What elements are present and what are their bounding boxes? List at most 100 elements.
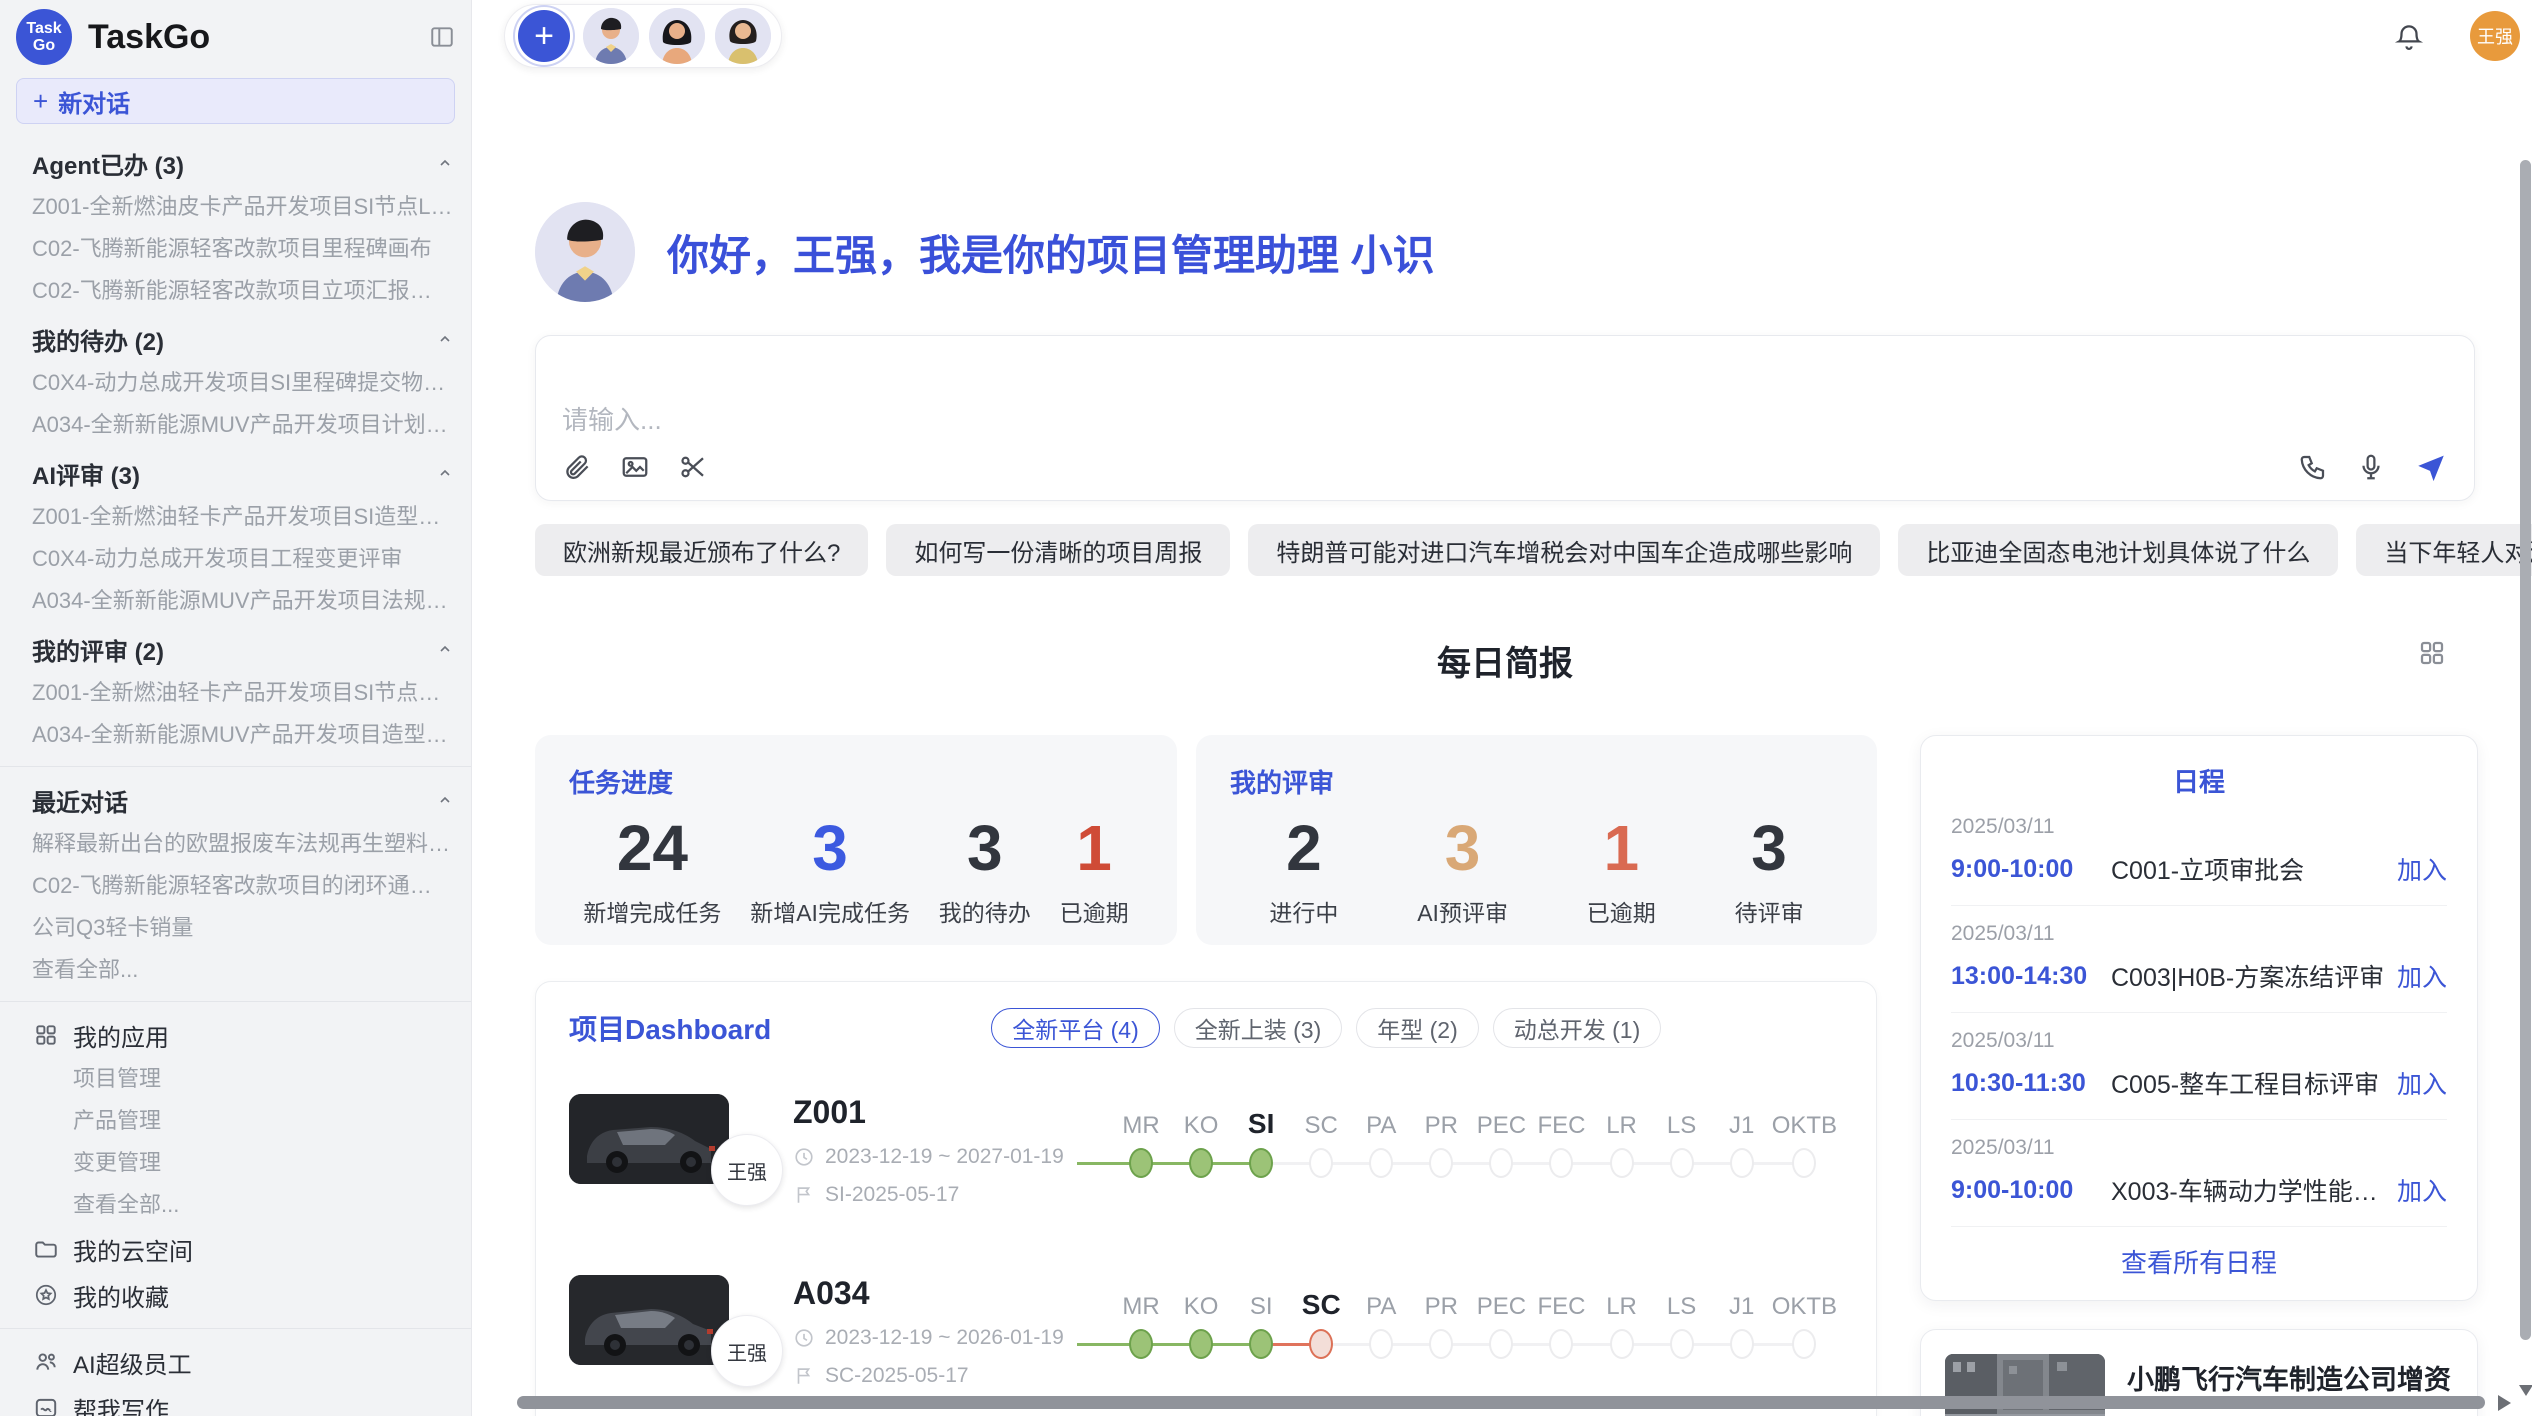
app-link-product-mgmt[interactable]: 产品管理	[0, 1100, 471, 1142]
assistant-avatar-3[interactable]	[715, 8, 771, 64]
recent-chat-item[interactable]: 公司Q3轻卡销量	[0, 907, 471, 949]
tab-new-platform[interactable]: 全新平台 (4)	[991, 1008, 1160, 1048]
tab-new-upfit[interactable]: 全新上装 (3)	[1174, 1008, 1343, 1048]
milestone-label: SC	[1302, 1277, 1341, 1321]
vertical-scrollbar-thumb[interactable]	[2520, 160, 2531, 1340]
section-ai-review[interactable]: AI评审 (3)	[0, 450, 471, 496]
list-item[interactable]: C02-飞腾新能源轻客改款项目立项汇报方案	[0, 270, 471, 312]
view-all-apps[interactable]: 查看全部...	[0, 1184, 471, 1226]
scroll-right-arrow-icon[interactable]	[2498, 1395, 2511, 1411]
join-button[interactable]: 加入	[2397, 958, 2447, 994]
list-item[interactable]: Z001-全新燃油轻卡产品开发项目SI节点属性5D文件评审	[0, 672, 471, 714]
recent-chat-item[interactable]: 解释最新出台的欧盟报废车法规再生塑料比例被调至15%...	[0, 823, 471, 865]
input-toolbar	[562, 450, 2448, 484]
schedule-event: 2025/03/11 10:30-11:30 C005-整车工程目标评审 加入	[1951, 1013, 2447, 1120]
assistant-avatar-1[interactable]	[583, 8, 639, 64]
list-item[interactable]: A034-全新新能源MUV产品开发项目计划变更表编写	[0, 404, 471, 446]
sidebar-item-cloud-space[interactable]: 我的云空间	[0, 1226, 471, 1272]
image-icon[interactable]	[620, 452, 650, 482]
project-code: Z001	[793, 1094, 1093, 1131]
divider	[0, 1328, 471, 1329]
scroll-down-arrow-icon[interactable]	[2519, 1385, 2532, 1396]
sidebar-toggle-icon[interactable]	[427, 24, 457, 50]
milestone-SI: SI	[1231, 1277, 1291, 1359]
stat-value: 2	[1269, 810, 1338, 886]
suggestion-chip[interactable]: 如何写一份清晰的项目周报	[886, 524, 1230, 576]
view-all-schedule[interactable]: 查看所有日程	[1951, 1243, 2447, 1280]
milestone-label: KO	[1184, 1096, 1219, 1140]
tab-powertrain-dev[interactable]: 动总开发 (1)	[1493, 1008, 1662, 1048]
suggestion-chip[interactable]: 比亚迪全固态电池计划具体说了什么	[1898, 524, 2338, 576]
milestone-MR: MR	[1111, 1096, 1171, 1178]
car-image	[569, 1094, 729, 1184]
tab-year-model[interactable]: 年型 (2)	[1356, 1008, 1479, 1048]
chat-input-box[interactable]: 请输入...	[535, 335, 2475, 501]
scissors-icon[interactable]	[678, 452, 708, 482]
milestone-LS: LS	[1652, 1277, 1712, 1359]
list-item[interactable]: C02-飞腾新能源轻客改款项目里程碑画布	[0, 228, 471, 270]
section-recent-chats[interactable]: 最近对话	[0, 777, 471, 823]
app-title: TaskGo	[88, 18, 210, 57]
send-icon[interactable]	[2414, 450, 2448, 484]
horizontal-scrollbar-thumb[interactable]	[517, 1396, 2485, 1409]
stat: 1已逾期	[1060, 810, 1129, 928]
sidebar-item-favorites[interactable]: 我的收藏	[0, 1272, 471, 1318]
app-link-project-mgmt[interactable]: 项目管理	[0, 1058, 471, 1100]
notifications-bell-icon[interactable]	[2394, 22, 2424, 52]
layout-grid-icon[interactable]	[2417, 638, 2447, 668]
sidebar-item-my-apps[interactable]: 我的应用	[0, 1012, 471, 1058]
suggestion-chip[interactable]: 特朗普可能对进口汽车增税会对中国车企造成哪些影响	[1248, 524, 1880, 576]
list-item[interactable]: Z001-全新燃油皮卡产品开发项目SI节点Lesson Learn报告	[0, 186, 471, 228]
sidebar-item-ai-super-staff[interactable]: AI超级员工	[0, 1339, 471, 1385]
logo-text-top: Task	[26, 20, 61, 37]
sidebar-item-help-me-write[interactable]: 帮我写作	[0, 1385, 471, 1416]
microphone-icon[interactable]	[2356, 452, 2386, 482]
section-my-todo[interactable]: 我的待办 (2)	[0, 316, 471, 362]
milestone-FEC: FEC	[1531, 1096, 1591, 1178]
project-dashboard-card: 项目Dashboard 全新平台 (4) 全新上装 (3) 年型 (2) 动总开…	[535, 981, 1877, 1416]
attachment-icon[interactable]	[562, 452, 592, 482]
milestone-J1: J1	[1712, 1277, 1772, 1359]
star-badge-icon	[33, 1282, 59, 1308]
stat-value: 1	[1060, 810, 1129, 886]
add-assistant-button[interactable]: +	[518, 10, 570, 62]
app-link-change-mgmt[interactable]: 变更管理	[0, 1142, 471, 1184]
project-flag: SI-2025-05-17	[825, 1183, 959, 1207]
milestone-label: PA	[1366, 1096, 1396, 1140]
project-row[interactable]: 王强 Z001 2023-12-19 ~ 2027-01-19 SI-2025-…	[569, 1094, 1843, 1229]
join-button[interactable]: 加入	[2397, 1172, 2447, 1208]
card-title: 任务进度	[569, 763, 1143, 800]
recent-chat-item[interactable]: C02-飞腾新能源轻客改款项目的闭环通告反馈情况	[0, 865, 471, 907]
assistant-avatar-2[interactable]	[649, 8, 705, 64]
list-item[interactable]: Z001-全新燃油轻卡产品开发项目SI造型提交物评审	[0, 496, 471, 538]
list-item[interactable]: C0X4-动力总成开发项目SI里程碑提交物检查	[0, 362, 471, 404]
milestone-label: J1	[1729, 1277, 1754, 1321]
project-thumb-wrap: 王强	[569, 1275, 799, 1410]
dashboard-tabs: 全新平台 (4) 全新上装 (3) 年型 (2) 动总开发 (1)	[991, 1008, 1661, 1048]
event-date: 2025/03/11	[1951, 922, 2447, 946]
phone-icon[interactable]	[2298, 452, 2328, 482]
list-item[interactable]: A034-全新新能源MUV产品开发项目造型可行性评审	[0, 714, 471, 756]
view-all-chats[interactable]: 查看全部...	[0, 949, 471, 991]
news-title: 小鹏飞行汽车制造公司增资	[2127, 1358, 2453, 1397]
list-item[interactable]: A034-全新新能源MUV产品开发项目法规符合性评审	[0, 580, 471, 622]
join-button[interactable]: 加入	[2397, 851, 2447, 887]
milestone-label: MR	[1122, 1096, 1159, 1140]
section-agent-done[interactable]: Agent已办 (3)	[0, 140, 471, 186]
join-button[interactable]: 加入	[2397, 1065, 2447, 1101]
milestone-PEC: PEC	[1471, 1096, 1531, 1178]
list-item[interactable]: C0X4-动力总成开发项目工程变更评审	[0, 538, 471, 580]
stat: 1已逾期	[1587, 810, 1656, 928]
milestone-OKTB: OKTB	[1772, 1277, 1837, 1359]
new-chat-button[interactable]: + 新对话	[16, 78, 455, 124]
user-avatar[interactable]: 王强	[2470, 11, 2520, 61]
owner-badge: 王强	[711, 1315, 783, 1387]
suggestion-chip[interactable]: 欧洲新规最近颁布了什么?	[535, 524, 868, 576]
milestone-label: MR	[1122, 1277, 1159, 1321]
assistant-switcher: +	[504, 4, 782, 68]
stat-label: AI预评审	[1417, 894, 1508, 928]
project-row[interactable]: 王强 A034 2023-12-19 ~ 2026-01-19 SC-2025-…	[569, 1275, 1843, 1410]
suggestion-chip[interactable]: 当下年轻人对汽车外观有怎样的喜好趋势	[2356, 524, 2532, 576]
event-time: 9:00-10:00	[1951, 1176, 2111, 1205]
section-my-review[interactable]: 我的评审 (2)	[0, 626, 471, 672]
